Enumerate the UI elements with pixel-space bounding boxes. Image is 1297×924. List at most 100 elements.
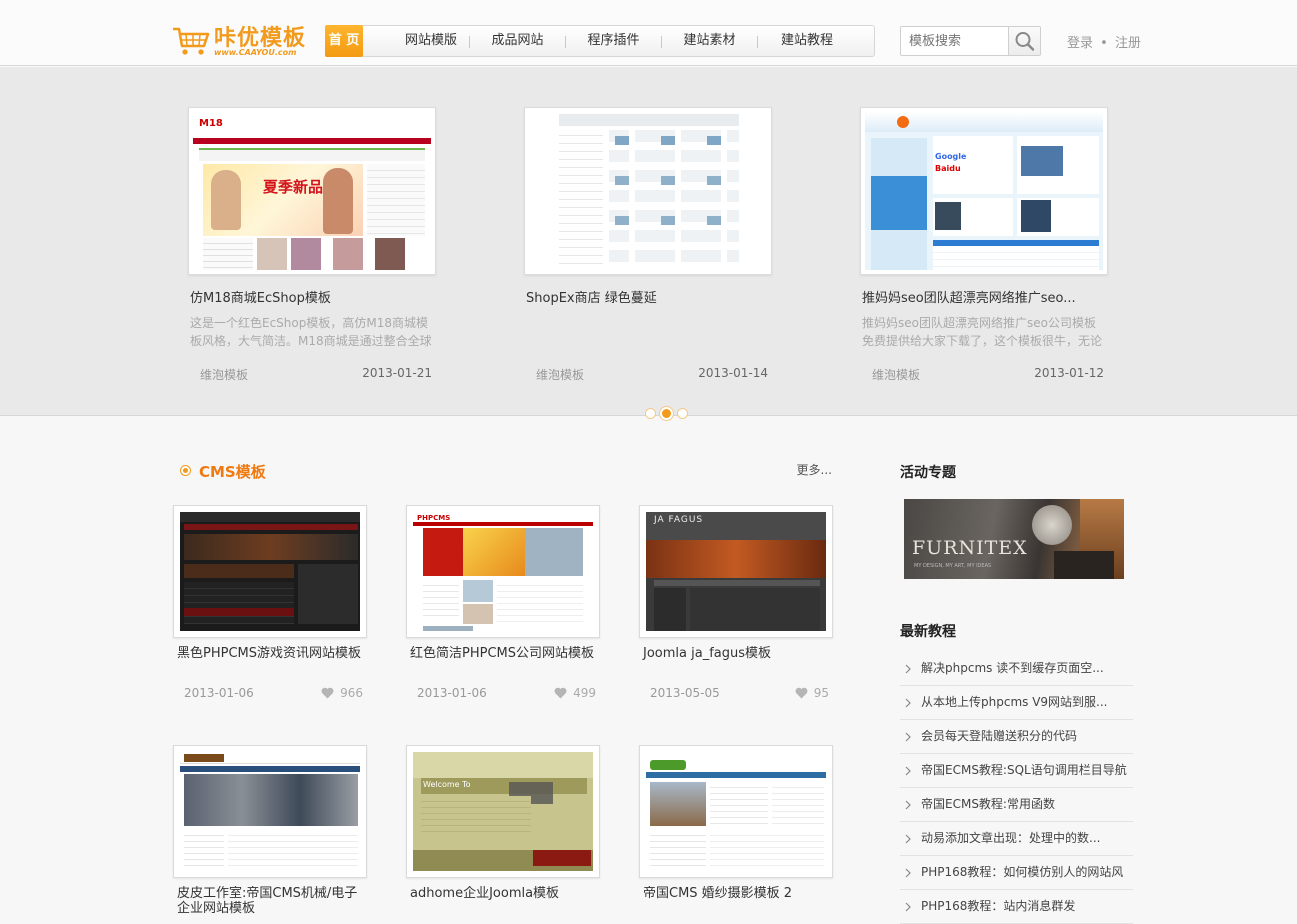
tutorial-item[interactable]: 动易添加文章出现：处理中的数... bbox=[900, 822, 1133, 856]
slider-dot-active[interactable] bbox=[662, 409, 671, 418]
slide-title[interactable]: 推妈妈seo团队超漂亮网络推广seo... bbox=[860, 287, 1108, 306]
shopping-cart-icon bbox=[173, 27, 210, 55]
tutorial-item[interactable]: 帝国ECMS教程:常用函数 bbox=[900, 788, 1133, 822]
slide-category[interactable]: 维泡模板 bbox=[872, 366, 920, 383]
nav-materials[interactable]: 建站素材 bbox=[662, 26, 757, 56]
card-likes[interactable]: 95 bbox=[795, 686, 829, 700]
cms-section-title[interactable]: CMS模板 bbox=[199, 461, 266, 482]
slide-description bbox=[524, 314, 770, 350]
card-date: 2013-01-06 bbox=[184, 686, 254, 700]
seo-template-screenshot: Google Baidu bbox=[865, 112, 1103, 270]
site-logo[interactable]: 咔优模板 www.CAAYOU.com bbox=[172, 22, 312, 62]
tutorial-item[interactable]: PHP168教程：如何模仿别人的网站风 bbox=[900, 856, 1133, 890]
card-date: 2013-01-06 bbox=[417, 686, 487, 700]
card-title[interactable]: 黑色PHPCMS游戏资讯网站模板 bbox=[173, 646, 363, 676]
template-card[interactable]: Welcome To adhome企业Joomla模板 bbox=[406, 745, 600, 916]
template-card[interactable]: JA FAGUS Joomla ja_fagus模板 2013-05-05 95 bbox=[639, 505, 833, 702]
main-nav: 首 页 网站模版 成品网站 程序插件 建站素材 建站教程 bbox=[325, 25, 875, 57]
featured-slide[interactable]: M18 夏季新品 仿M18商城EcShop模板 这是一个红色EcShop模板，高… bbox=[188, 107, 436, 384]
template-card[interactable]: 黑色PHPCMS游戏资讯网站模板 2013-01-06 966 bbox=[173, 505, 367, 702]
google-logo-text: Google bbox=[935, 152, 967, 161]
chevron-right-icon bbox=[905, 868, 911, 878]
chevron-right-icon bbox=[905, 800, 911, 810]
tutorial-item[interactable]: 帝国ECMS教程:SQL语句调用栏目导航 bbox=[900, 754, 1133, 788]
slide-thumbnail[interactable]: M18 夏季新品 bbox=[188, 107, 436, 275]
logo-subtext: www.CAAYOU.com bbox=[214, 48, 297, 57]
card-title[interactable]: 红色简洁PHPCMS公司网站模板 bbox=[406, 646, 596, 676]
tutorial-list: 解决phpcms 读不到缓存页面空... 从本地上传phpcms V9网站到服.… bbox=[900, 652, 1133, 924]
nav-plugins[interactable]: 程序插件 bbox=[566, 26, 661, 56]
nav-website-templates[interactable]: 网站模版 bbox=[393, 26, 469, 56]
featured-slider: M18 夏季新品 仿M18商城EcShop模板 这是一个红色EcShop模板，高… bbox=[0, 67, 1297, 419]
card-meta: 2013-05-05 95 bbox=[639, 686, 833, 702]
register-link[interactable]: 注册 bbox=[1115, 36, 1141, 51]
ja-fagus-screenshot: JA FAGUS bbox=[646, 512, 826, 631]
featured-slide[interactable]: ShopEx商店 绿色蔓延 维泡模板 2013-01-14 bbox=[524, 107, 772, 384]
slide-date: 2013-01-21 bbox=[362, 366, 432, 380]
slide-category[interactable]: 维泡模板 bbox=[200, 366, 248, 383]
nav-home-label: 首 页 bbox=[328, 33, 360, 48]
nav-label: 建站教程 bbox=[780, 33, 833, 48]
template-card[interactable]: 皮皮工作室:帝国CMS机械/电子企业网站模板 bbox=[173, 745, 367, 916]
nav-finished-sites[interactable]: 成品网站 bbox=[470, 26, 565, 56]
nav-label: 建站素材 bbox=[683, 33, 736, 48]
m18-logo: M18 bbox=[199, 118, 223, 129]
slider-pagination bbox=[645, 408, 688, 419]
nav-tutorials[interactable]: 建站教程 bbox=[758, 26, 856, 56]
card-title[interactable]: 皮皮工作室:帝国CMS机械/电子企业网站模板 bbox=[173, 886, 363, 916]
welcome-text: Welcome To bbox=[423, 780, 471, 789]
template-card[interactable]: 帝国CMS 婚纱摄影模板 2 bbox=[639, 745, 833, 916]
slide-date: 2013-01-14 bbox=[698, 366, 768, 380]
tutorial-title: 从本地上传phpcms V9网站到服... bbox=[921, 695, 1108, 709]
tutorial-title: PHP168教程：站内消息群发 bbox=[921, 899, 1076, 913]
tutorial-title: PHP168教程：如何模仿别人的网站风 bbox=[921, 865, 1124, 879]
more-link[interactable]: 更多... bbox=[797, 461, 832, 478]
card-meta: 2013-01-06 966 bbox=[173, 686, 367, 702]
slide-description: 推妈妈seo团队超漂亮网络推广seo公司模板免费提供给大家下载了，这个模板很牛，… bbox=[862, 316, 1103, 348]
featured-slide[interactable]: Google Baidu 推妈妈seo团队超漂亮网络推广seo... 推妈妈se… bbox=[860, 107, 1108, 384]
slide-category[interactable]: 维泡模板 bbox=[536, 366, 584, 383]
wedding-cms-screenshot bbox=[646, 752, 826, 871]
chevron-right-icon bbox=[905, 664, 911, 674]
tutorial-item[interactable]: 解决phpcms 读不到缓存页面空... bbox=[900, 652, 1133, 686]
search-button[interactable] bbox=[1008, 27, 1040, 55]
card-thumbnail[interactable]: Welcome To bbox=[406, 745, 600, 878]
slide-thumbnail[interactable]: Google Baidu bbox=[860, 107, 1108, 275]
card-title[interactable]: Joomla ja_fagus模板 bbox=[639, 646, 829, 676]
slide-title[interactable]: 仿M18商城EcShop模板 bbox=[188, 287, 436, 306]
heart-icon bbox=[795, 687, 808, 699]
slide-thumbnail[interactable] bbox=[524, 107, 772, 275]
tutorial-item[interactable]: PHP168教程：站内消息群发 bbox=[900, 890, 1133, 924]
activity-banner[interactable]: FURNITEX MY DESIGN, MY ART, MY IDEAS bbox=[904, 499, 1124, 579]
search-input[interactable] bbox=[901, 27, 1009, 55]
chevron-right-icon bbox=[905, 834, 911, 844]
card-meta: 2013-01-06 499 bbox=[406, 686, 600, 702]
nav-home[interactable]: 首 页 bbox=[325, 25, 363, 57]
slide-date: 2013-01-12 bbox=[1034, 366, 1104, 380]
card-likes[interactable]: 966 bbox=[321, 686, 363, 700]
tutorial-title: 会员每天登陆赠送积分的代码 bbox=[921, 729, 1078, 743]
tutorial-item[interactable]: 会员每天登陆赠送积分的代码 bbox=[900, 720, 1133, 754]
card-likes[interactable]: 499 bbox=[554, 686, 596, 700]
tutorial-item[interactable]: 从本地上传phpcms V9网站到服... bbox=[900, 686, 1133, 720]
login-link[interactable]: 登录 bbox=[1067, 36, 1093, 51]
machinery-cms-screenshot bbox=[180, 752, 360, 871]
m18-banner-text: 夏季新品 bbox=[263, 178, 324, 196]
template-card[interactable]: PHPCMS 红色简洁PHPCMS公司网站模板 2013-01-06 499 bbox=[406, 505, 600, 702]
site-header: 咔优模板 www.CAAYOU.com 首 页 网站模版 成品网站 程序插件 建… bbox=[0, 0, 1297, 66]
card-title[interactable]: 帝国CMS 婚纱摄影模板 2 bbox=[639, 886, 829, 916]
card-thumbnail[interactable] bbox=[173, 745, 367, 878]
card-title[interactable]: adhome企业Joomla模板 bbox=[406, 886, 596, 916]
card-thumbnail[interactable] bbox=[173, 505, 367, 638]
slide-title[interactable]: ShopEx商店 绿色蔓延 bbox=[524, 287, 772, 306]
slider-dot[interactable] bbox=[677, 408, 688, 419]
tutorial-title: 动易添加文章出现：处理中的数... bbox=[921, 831, 1101, 845]
likes-count: 499 bbox=[573, 686, 596, 700]
card-thumbnail[interactable] bbox=[639, 745, 833, 878]
card-thumbnail[interactable]: PHPCMS bbox=[406, 505, 600, 638]
adhome-joomla-screenshot: Welcome To bbox=[413, 752, 593, 871]
ja-fagus-logo-text: JA FAGUS bbox=[654, 515, 704, 525]
slider-dot[interactable] bbox=[645, 408, 656, 419]
auth-links: 登录 • 注册 bbox=[1067, 32, 1141, 51]
card-thumbnail[interactable]: JA FAGUS bbox=[639, 505, 833, 638]
